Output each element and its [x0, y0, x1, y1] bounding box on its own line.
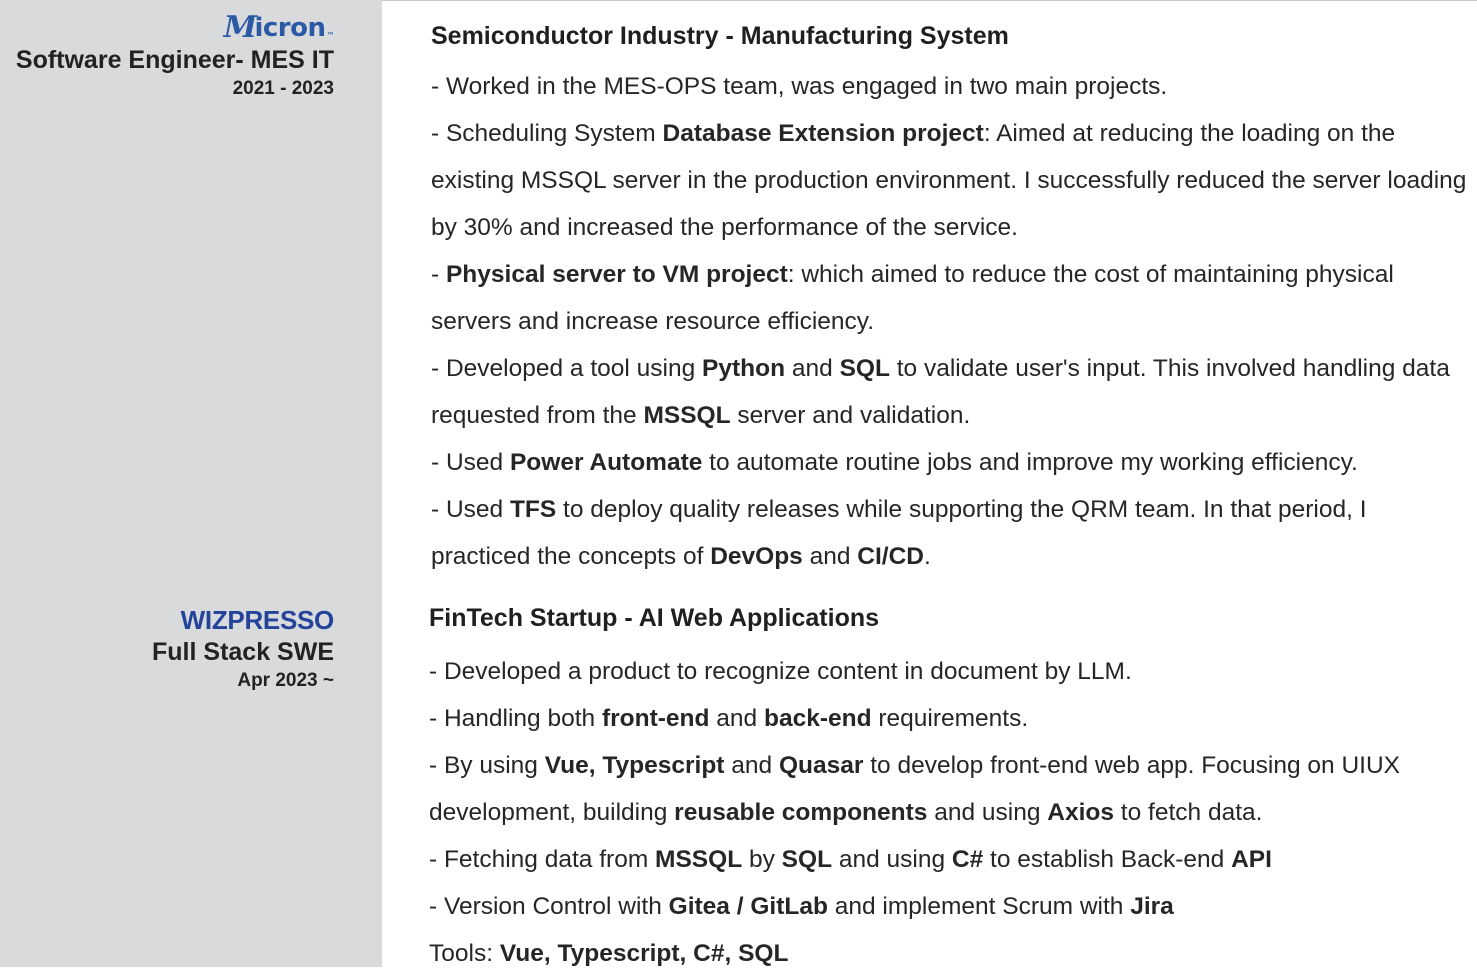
bullet-text: - Worked in the MES-OPS team, was engage… [431, 73, 1168, 100]
job-period: Apr 2023 ~ [237, 670, 334, 691]
bullet-text: - Handling both [429, 705, 602, 732]
job-bullet: - Used TFS to deploy quality releases wh… [431, 486, 1471, 580]
bullet-text: . [924, 543, 931, 570]
job-bullet: - Scheduling System Database Extension p… [431, 110, 1471, 251]
bullet-text: by [742, 846, 782, 873]
bullet-text: - Scheduling System [431, 120, 663, 147]
bullet-highlight: Python [702, 355, 786, 382]
bullet-highlight: SQL [781, 846, 833, 873]
bullet-highlight: Quasar [778, 752, 864, 779]
job-bullet: - Worked in the MES-OPS team, was engage… [431, 63, 1471, 110]
bullet-text: - Developed a product to recognize conte… [429, 658, 1132, 685]
job-heading: Semiconductor Industry - Manufacturing S… [431, 22, 1009, 50]
bullet-highlight: CI/CD [857, 543, 924, 570]
job-bullet: - Physical server to VM project: which a… [431, 251, 1471, 345]
bullet-highlight: Physical server to VM project [445, 261, 788, 288]
bullet-text: requirements. [871, 705, 1029, 732]
bullet-text: and implement Scrum with [827, 893, 1131, 920]
company-block-micron: Micron ™ Software Engineer- MES IT 2021 -… [15, 10, 335, 102]
job-section-micron: Semiconductor Industry - Manufacturing S… [431, 16, 1471, 580]
bullet-highlight: C# [951, 846, 984, 873]
bullet-highlight: MSSQL [655, 846, 743, 873]
job-role: Software Engineer- MES IT [15, 46, 334, 74]
bullet-text: and using [832, 846, 952, 873]
bullet-text: and using [927, 799, 1048, 826]
bullet-highlight: Axios [1047, 799, 1114, 826]
job-description: - Developed a product to recognize conte… [429, 648, 1469, 977]
job-description: - Worked in the MES-OPS team, was engage… [431, 63, 1471, 580]
bullet-text: server and validation. [730, 402, 971, 429]
micron-logo: Micron ™ [16, 10, 335, 45]
bullet-text: - Version Control with [429, 893, 669, 920]
job-bullet: - Developed a tool using Python and SQL … [431, 345, 1471, 439]
bullet-highlight: Vue, Typescript [544, 752, 725, 779]
bullet-text: - Fetching data from [429, 846, 656, 873]
job-section-wizpresso: FinTech Startup - AI Web Applications - … [429, 598, 1469, 977]
bullet-highlight: Database Extension project [662, 120, 984, 147]
micron-logo-wordmark: Micron ™ [223, 10, 335, 45]
bullet-highlight: back-end [763, 705, 872, 732]
bullet-highlight: DevOps [710, 543, 803, 570]
job-bullet: - Version Control with Gitea / GitLab an… [429, 883, 1469, 930]
bullet-text: - By using [429, 752, 545, 779]
divider [382, 0, 1477, 1]
bullet-text: - [431, 261, 446, 288]
bullet-text: - Used [431, 496, 510, 523]
job-bullet: - By using Vue, Typescript and Quasar to… [429, 742, 1469, 836]
bullet-text: to establish Back-end [983, 846, 1232, 873]
bullet-text: and [724, 752, 779, 779]
job-bullet: - Fetching data from MSSQL by SQL and us… [429, 836, 1469, 883]
bullet-highlight: API [1231, 846, 1272, 873]
sidebar [0, 0, 382, 967]
bullet-text: and [802, 543, 858, 570]
bullet-highlight: reusable components [674, 799, 928, 826]
bullet-highlight: TFS [509, 496, 557, 523]
wizpresso-logo: WIZPRESSO [180, 605, 335, 635]
job-bullet: - Developed a product to recognize conte… [429, 648, 1469, 695]
bullet-text: to fetch data. [1114, 799, 1263, 826]
job-role: Full Stack SWE [152, 638, 334, 666]
bullet-text: - Used [431, 449, 510, 476]
company-block-wizpresso: WIZPRESSO Full Stack SWE Apr 2023 ~ [152, 604, 334, 694]
bullet-highlight: Jira [1130, 893, 1174, 920]
bullet-highlight: MSSQL [643, 402, 731, 429]
bullet-highlight: Gitea / GitLab [668, 893, 828, 920]
bullet-highlight: Vue, Typescript, C#, SQL [499, 940, 789, 967]
bullet-text: - Developed a tool using [431, 355, 703, 382]
job-heading: FinTech Startup - AI Web Applications [429, 604, 880, 632]
job-bullet: - Handling both front-end and back-end r… [429, 695, 1469, 742]
bullet-highlight: front-end [601, 705, 710, 732]
bullet-highlight: Power Automate [509, 449, 703, 476]
bullet-text: and [709, 705, 764, 732]
job-bullet: Tools: Vue, Typescript, C#, SQL [429, 930, 1469, 977]
job-bullet: - Used Power Automate to automate routin… [431, 439, 1471, 486]
bullet-highlight: SQL [839, 355, 890, 382]
bullet-text: and [785, 355, 840, 382]
bullet-text: Tools: [429, 940, 500, 967]
job-period: 2021 - 2023 [232, 78, 334, 99]
bullet-text: to automate routine jobs and improve my … [702, 449, 1358, 476]
